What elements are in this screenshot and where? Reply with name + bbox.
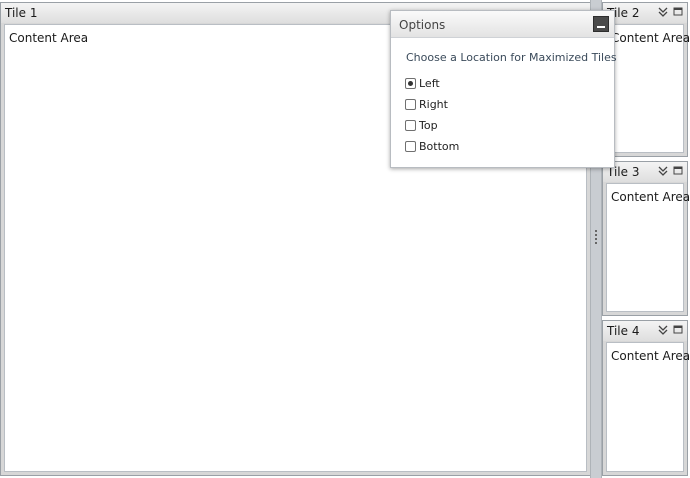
tile-3-content: Content Area (611, 190, 690, 204)
tile-3-header[interactable]: Tile 3 (603, 162, 687, 182)
tile-2-content: Content Area (611, 31, 690, 45)
tile-4-body: Content Area (606, 342, 690, 472)
tile-3[interactable]: Tile 3 Content Area (602, 161, 690, 316)
collapse-icon[interactable] (658, 6, 668, 18)
collapse-icon[interactable] (658, 165, 668, 177)
radio-left[interactable] (405, 77, 416, 89)
tile-4-header[interactable]: Tile 4 (603, 321, 687, 341)
tile-2-body: Content Area (606, 24, 690, 153)
location-option-top[interactable]: Top (405, 117, 438, 133)
radio-left-label: Left (419, 76, 440, 90)
restore-icon[interactable] (673, 165, 683, 177)
collapse-icon[interactable] (658, 324, 668, 336)
options-heading: Choose a Location for Maximized Tiles (406, 51, 617, 64)
options-header[interactable]: Options (391, 11, 614, 38)
radio-bottom-label: Bottom (419, 139, 460, 153)
tile-2-header[interactable]: Tile 2 (603, 3, 687, 23)
restore-icon[interactable] (673, 6, 683, 18)
tile-1-title: Tile 1 (5, 6, 38, 20)
options-title: Options (399, 18, 446, 32)
tile-4[interactable]: Tile 4 Content Area (602, 320, 690, 476)
tile-3-body: Content Area (606, 183, 690, 312)
location-option-left[interactable]: Left (405, 75, 440, 91)
minimize-icon[interactable] (593, 16, 609, 32)
radio-bottom[interactable] (405, 140, 416, 152)
radio-top[interactable] (405, 119, 416, 131)
splitter-grip-icon (595, 230, 597, 246)
options-panel: Options Choose a Location for Maximized … (390, 10, 617, 168)
restore-icon[interactable] (673, 324, 683, 336)
tile-1-content: Content Area (9, 31, 89, 45)
radio-right-label: Right (419, 97, 448, 111)
tile-4-title: Tile 4 (607, 324, 640, 338)
radio-top-label: Top (419, 118, 438, 132)
radio-right[interactable] (405, 98, 416, 110)
location-option-right[interactable]: Right (405, 96, 448, 112)
tile-4-content: Content Area (611, 349, 690, 363)
location-option-bottom[interactable]: Bottom (405, 138, 459, 154)
